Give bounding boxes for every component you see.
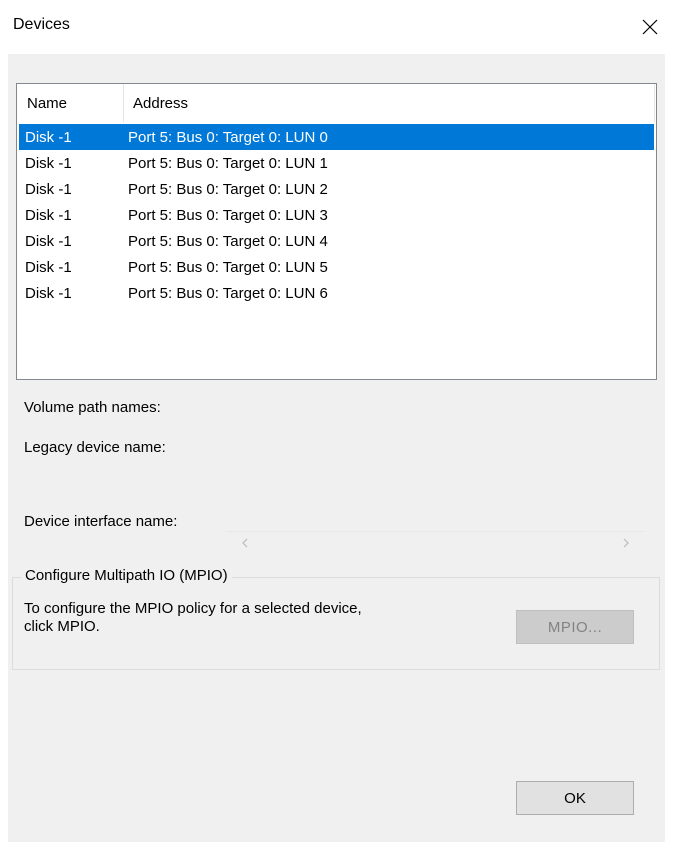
device-name-cell: Disk -1: [25, 180, 72, 198]
list-item[interactable]: Disk -1 Port 5: Bus 0: Target 0: LUN 5: [19, 254, 654, 280]
device-address-cell: Port 5: Bus 0: Target 0: LUN 5: [128, 258, 328, 276]
device-name-cell: Disk -1: [25, 284, 72, 302]
device-name-cell: Disk -1: [25, 154, 72, 172]
scroll-right-icon[interactable]: [619, 536, 633, 550]
list-rows: Disk -1 Port 5: Bus 0: Target 0: LUN 0 Dis…: [19, 124, 654, 306]
device-address-cell: Port 5: Bus 0: Target 0: LUN 2: [128, 180, 328, 198]
mpio-description: To configure the MPIO policy for a selec…: [24, 600, 362, 635]
device-name-cell: Disk -1: [25, 206, 72, 224]
device-interface-label: Device interface name:: [24, 513, 178, 530]
device-address-cell: Port 5: Bus 0: Target 0: LUN 6: [128, 284, 328, 302]
window-title: Devices: [13, 16, 70, 33]
list-item[interactable]: Disk -1 Port 5: Bus 0: Target 0: LUN 3: [19, 202, 654, 228]
horizontal-scrollbar[interactable]: [226, 531, 645, 553]
device-name-cell: Disk -1: [25, 258, 72, 276]
scroll-left-icon[interactable]: [238, 536, 252, 550]
dialog-body: Name Address Disk -1 Port 5: Bus 0: Targe…: [8, 54, 665, 842]
close-button[interactable]: [627, 0, 673, 54]
mpio-button[interactable]: MPIO...: [516, 610, 634, 644]
list-header: Name Address: [17, 84, 656, 122]
mpio-group-legend: Configure Multipath IO (MPIO): [21, 567, 232, 584]
list-item[interactable]: Disk -1 Port 5: Bus 0: Target 0: LUN 4: [19, 228, 654, 254]
device-address-cell: Port 5: Bus 0: Target 0: LUN 4: [128, 232, 328, 250]
device-name-cell: Disk -1: [25, 232, 72, 250]
devices-dialog: Devices Name Address Disk -1 Port 5: Bus …: [0, 0, 673, 842]
column-header-name[interactable]: Name: [17, 84, 124, 122]
list-item[interactable]: Disk -1 Port 5: Bus 0: Target 0: LUN 6: [19, 280, 654, 306]
close-icon: [642, 19, 658, 35]
device-address-cell: Port 5: Bus 0: Target 0: LUN 1: [128, 154, 328, 172]
column-header-address[interactable]: Address: [124, 84, 655, 122]
volume-path-label: Volume path names:: [24, 399, 161, 416]
device-list[interactable]: Name Address Disk -1 Port 5: Bus 0: Targe…: [16, 83, 657, 380]
list-item[interactable]: Disk -1 Port 5: Bus 0: Target 0: LUN 2: [19, 176, 654, 202]
ok-button[interactable]: OK: [516, 781, 634, 815]
list-item[interactable]: Disk -1 Port 5: Bus 0: Target 0: LUN 0: [19, 124, 654, 150]
legacy-device-label: Legacy device name:: [24, 439, 166, 456]
title-bar: Devices: [0, 0, 673, 54]
list-item[interactable]: Disk -1 Port 5: Bus 0: Target 0: LUN 1: [19, 150, 654, 176]
device-name-cell: Disk -1: [25, 128, 72, 146]
device-address-cell: Port 5: Bus 0: Target 0: LUN 3: [128, 206, 328, 224]
device-address-cell: Port 5: Bus 0: Target 0: LUN 0: [128, 128, 328, 146]
